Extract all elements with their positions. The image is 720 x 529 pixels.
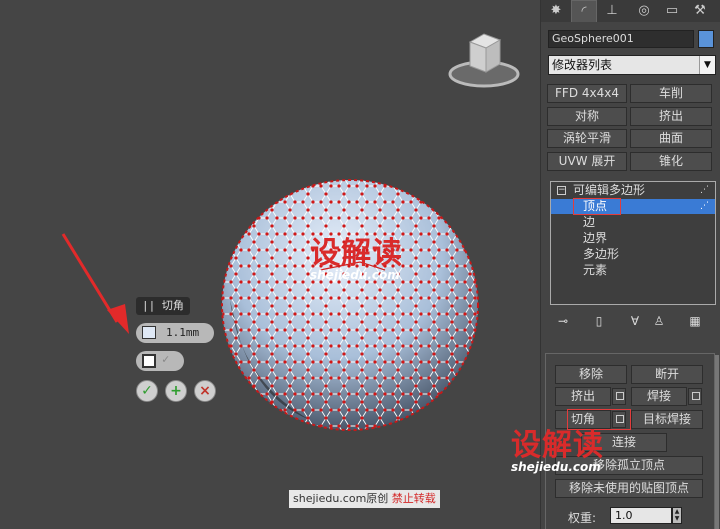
stack-item-element[interactable]: 元素 [551,263,715,278]
pin-stack-icon[interactable]: ⊸ [556,313,570,329]
extrude-button[interactable]: 挤出 [555,387,611,406]
stack-toolbar: ⊸ ▯ ∀ ♙ ▦ [550,313,716,331]
cancel-button[interactable]: × [194,380,216,402]
watermark-panel: 设解读 shejiedu.com [511,420,604,474]
modifier-list-dropdown[interactable]: 修改器列表 ▼ [548,55,716,75]
chamfer-amount-icon [142,326,156,339]
surface-button[interactable]: 曲面 [630,129,712,148]
extrude-settings-icon[interactable] [612,388,626,405]
lathe-button[interactable]: 车削 [630,84,712,103]
checkmark-icon: ✓ [162,352,170,366]
remove-button[interactable]: 移除 [555,365,627,384]
display-tab-icon[interactable]: ▭ [659,0,685,22]
remove-modifier-icon[interactable]: ♙ [652,313,666,329]
open-chamfer-toggle[interactable]: ✓ [136,351,184,371]
weight-input[interactable]: 1.0 [610,507,672,524]
object-name-field[interactable]: GeoSphere001 [548,30,694,48]
app-window: || 切角 1.1mm ✓ ✓ + × 设解读 shejiedu.com she… [0,0,720,529]
uvw-unwrap-button[interactable]: UVW 展开 [547,152,627,171]
watermark-domain: shejiedu.com [310,268,400,282]
configure-sets-icon[interactable]: ▦ [688,313,702,329]
watermark-footer: shejiedu.com原创 禁止转载 [289,490,440,508]
taper-button[interactable]: 锥化 [630,152,712,171]
watermark-brand: 设解读 [511,428,604,463]
modifier-stack: − 可编辑多边形 ⋰ 顶点 ⋰ 边 边界 多边形 元素 [550,181,716,305]
weight-label: 权重: [568,511,597,525]
stack-item-edge[interactable]: 边 [551,215,715,230]
weld-button[interactable]: 焊接 [631,387,687,406]
motion-tab-icon[interactable]: ◎ [631,0,657,22]
ffd-button[interactable]: FFD 4x4x4 [547,84,627,103]
vertex-highlight-box [573,198,621,215]
stack-item-label: 元素 [583,263,608,277]
subobject-icon: ⋰ [700,185,709,195]
perspective-viewport[interactable]: || 切角 1.1mm ✓ ✓ + × 设解读 shejiedu.com she… [0,0,540,529]
stack-item-label: 边界 [583,231,608,245]
turbosmooth-button[interactable]: 涡轮平滑 [547,129,627,148]
watermark-domain: shejiedu.com [511,460,601,474]
watermark-center: 设解读 shejiedu.com [310,228,403,282]
modifier-list-label: 修改器列表 [552,58,613,72]
ok-button[interactable]: ✓ [136,380,158,402]
caddy-grip-icon[interactable]: || [142,299,162,312]
symmetry-button[interactable]: 对称 [547,107,627,126]
target-weld-button[interactable]: 目标焊接 [631,410,703,429]
annotation-arrow-icon [61,233,129,334]
extrude-modifier-button[interactable]: 挤出 [630,107,712,126]
modify-tab-icon[interactable]: ◜ [571,0,597,22]
make-unique-icon[interactable]: ∀ [628,313,642,329]
hierarchy-tab-icon[interactable]: ⊥ [599,0,625,22]
panel-scrollbar[interactable] [715,355,719,529]
footer-warning: 禁止转载 [391,492,436,505]
chamfer-caddy-title: || 切角 [136,297,190,315]
stack-root-editable-poly[interactable]: − 可编辑多边形 ⋰ [551,183,715,198]
chamfer-amount-field[interactable]: 1.1mm [136,323,214,343]
weld-settings-icon[interactable] [688,388,702,405]
weight-spinner[interactable]: ▲ ▼ [672,507,682,524]
break-button[interactable]: 断开 [631,365,703,384]
remove-unused-map-verts-button[interactable]: 移除未使用的贴图顶点 [555,479,703,498]
chamfer-amount-value: 1.1mm [166,326,200,339]
stack-item-polygon[interactable]: 多边形 [551,247,715,262]
watermark-brand: 设解读 [310,236,403,271]
apply-continue-button[interactable]: + [165,380,187,402]
stack-root-label: 可编辑多边形 [573,183,646,197]
create-tab-icon[interactable]: ✸ [543,0,569,22]
command-panel: ✸ ◜ ⊥ ◎ ▭ ⚒ GeoSphere001 修改器列表 ▼ FFD 4x4… [511,0,720,529]
stack-item-label: 多边形 [583,247,620,261]
viewcube-icon[interactable] [448,28,520,88]
chevron-down-icon: ▼ [699,56,715,74]
open-chamfer-icon [142,354,156,368]
caddy-title-label: 切角 [161,299,184,312]
collapse-icon[interactable]: − [557,186,566,195]
utilities-tab-icon[interactable]: ⚒ [687,0,713,22]
object-color-swatch[interactable] [698,30,714,48]
show-end-result-icon[interactable]: ▯ [592,313,606,329]
command-panel-tabs: ✸ ◜ ⊥ ◎ ▭ ⚒ [541,0,720,22]
geosphere-object[interactable] [200,170,500,440]
vertex-level-icon: ⋰ [700,201,709,211]
footer-site: shejiedu.com原创 [293,492,389,505]
stack-item-label: 边 [583,215,596,229]
stack-item-border[interactable]: 边界 [551,231,715,246]
